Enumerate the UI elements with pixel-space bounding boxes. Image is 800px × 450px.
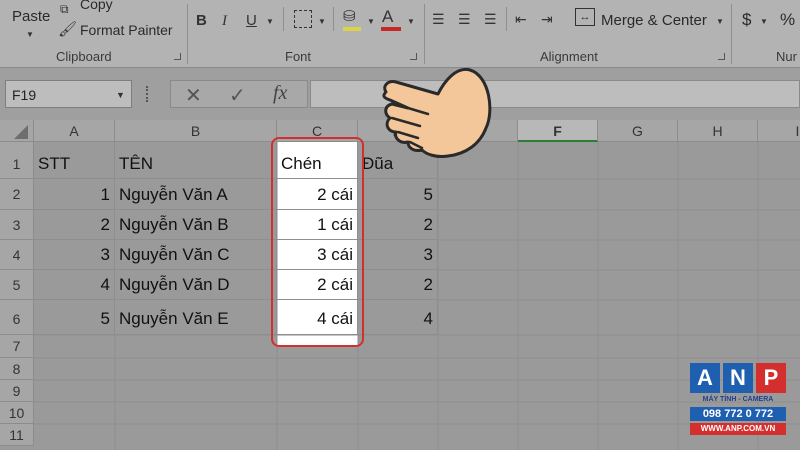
merge-center-button[interactable]: Merge & Center <box>601 12 707 29</box>
ribbon-divider <box>333 7 334 31</box>
fx-icon[interactable]: fx <box>273 82 287 105</box>
row-header-3[interactable]: 3 <box>0 210 34 240</box>
paste-dropdown-icon[interactable]: ▼ <box>26 30 34 39</box>
formula-bar-grip[interactable] <box>146 86 150 102</box>
name-box-dropdown-icon[interactable]: ▼ <box>116 90 125 100</box>
align-center-icon[interactable]: ☰ <box>458 10 471 28</box>
logo-letter-a: A <box>690 363 720 393</box>
row-header-1[interactable]: 1 <box>0 142 34 179</box>
row-header-11[interactable]: 11 <box>0 424 34 446</box>
align-left-icon[interactable]: ☰ <box>432 10 445 28</box>
font-launcher-icon[interactable] <box>410 53 417 60</box>
merge-dropdown-icon[interactable]: ▼ <box>716 17 724 26</box>
select-all-icon <box>14 125 28 139</box>
row-header-6[interactable]: 6 <box>0 300 34 335</box>
clipboard-group-label: Clipboard <box>56 49 112 64</box>
underline-icon[interactable]: U <box>246 12 257 30</box>
borders-dropdown-icon[interactable]: ▼ <box>318 17 326 26</box>
font-color-icon[interactable]: A <box>382 8 393 26</box>
copy-button[interactable]: Copy <box>80 0 113 12</box>
borders-icon[interactable] <box>294 10 312 28</box>
italic-icon[interactable]: I <box>222 12 227 30</box>
align-right-icon[interactable]: ☰ <box>484 10 497 28</box>
logo-letter-p: P <box>756 363 786 393</box>
column-header-f[interactable]: F <box>518 120 598 142</box>
anp-logo: A N P MÁY TÍNH - CAMERA 098 772 0 772 WW… <box>690 363 786 441</box>
enter-icon[interactable]: ✓ <box>229 83 246 108</box>
column-header-b[interactable]: B <box>115 120 277 142</box>
format-painter-button[interactable]: Format Painter <box>80 22 173 38</box>
font-color-swatch <box>381 27 401 31</box>
currency-dropdown-icon[interactable]: ▼ <box>760 17 768 26</box>
excel-window: Paste ▼ ⧉ Copy 🖌 Format Painter Clipboar… <box>0 0 800 450</box>
increase-indent-icon[interactable]: ⇥ <box>541 10 553 28</box>
font-group-label: Font <box>285 49 312 64</box>
row-header-4[interactable]: 4 <box>0 240 34 270</box>
logo-letter-n: N <box>723 363 753 393</box>
bold-icon[interactable]: B <box>196 12 207 30</box>
decrease-indent-icon[interactable]: ⇤ <box>515 10 527 28</box>
copy-icon[interactable]: ⧉ <box>60 0 69 18</box>
underline-dropdown-icon[interactable]: ▼ <box>266 17 274 26</box>
column-c-highlight <box>271 137 364 347</box>
row-header-9[interactable]: 9 <box>0 380 34 402</box>
ribbon-divider <box>283 7 284 31</box>
column-header-i[interactable]: I <box>758 120 800 142</box>
column-header-g[interactable]: G <box>598 120 678 142</box>
row-header-5[interactable]: 5 <box>0 270 34 300</box>
fill-color-dropdown-icon[interactable]: ▼ <box>367 17 375 26</box>
ribbon: Paste ▼ ⧉ Copy 🖌 Format Painter Clipboar… <box>0 0 800 68</box>
column-header-h[interactable]: H <box>678 120 758 142</box>
pointing-hand-icon <box>382 67 492 158</box>
ribbon-divider <box>424 4 425 64</box>
clipboard-launcher-icon[interactable] <box>174 53 181 60</box>
paste-button[interactable]: Paste <box>12 8 50 25</box>
alignment-launcher-icon[interactable] <box>718 53 725 60</box>
ribbon-divider <box>731 4 732 64</box>
format-painter-icon[interactable]: 🖌 <box>58 21 77 39</box>
ribbon-divider <box>506 7 507 31</box>
column-header-a[interactable]: A <box>34 120 115 142</box>
fill-color-icon[interactable]: ⛁ <box>343 8 356 26</box>
row-header-2[interactable]: 2 <box>0 179 34 210</box>
number-group-label: Nur <box>776 49 797 64</box>
logo-phone: 098 772 0 772 <box>690 407 786 421</box>
merge-center-icon[interactable]: ↔ <box>575 8 595 26</box>
grid-lines <box>34 142 800 450</box>
row-header-10[interactable]: 10 <box>0 402 34 424</box>
ribbon-divider <box>187 4 188 64</box>
font-color-dropdown-icon[interactable]: ▼ <box>407 17 415 26</box>
row-header-7[interactable]: 7 <box>0 335 34 358</box>
fill-color-swatch <box>343 27 361 31</box>
percent-button[interactable]: % <box>780 10 795 30</box>
formula-buttons: ✕ ✓ fx <box>170 80 308 108</box>
alignment-group-label: Alignment <box>540 49 598 64</box>
row-header-8[interactable]: 8 <box>0 358 34 380</box>
name-box[interactable]: F19 <box>5 80 132 108</box>
logo-tagline: MÁY TÍNH - CAMERA <box>702 396 774 403</box>
cancel-icon[interactable]: ✕ <box>185 83 202 108</box>
currency-button[interactable]: $ <box>742 10 751 30</box>
logo-website: WWW.ANP.COM.VN <box>690 423 786 435</box>
